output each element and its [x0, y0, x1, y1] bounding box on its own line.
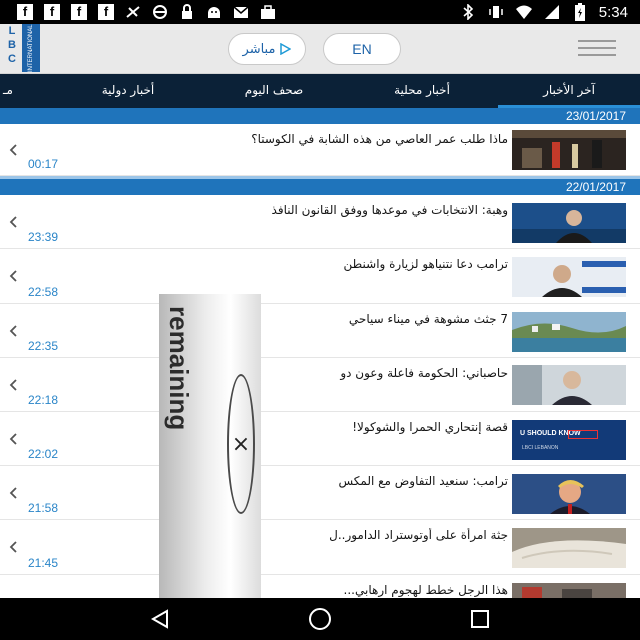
- news-item[interactable]: ماذا طلب عمر العاصي من هذه الشابة في الك…: [0, 124, 640, 176]
- news-headline: جثة امرأة على أوتوستراد الدامور..ل: [329, 528, 508, 542]
- news-headline: حاصباني: الحكومة فاعلة وعون دو: [340, 366, 508, 380]
- logo-subtitle: INTERNATIONAL: [22, 24, 40, 72]
- live-button[interactable]: مباشر: [228, 33, 306, 65]
- news-thumbnail: [512, 474, 626, 514]
- news-thumbnail: [512, 528, 626, 568]
- news-time: 22:02: [28, 447, 59, 461]
- news-thumbnail: [512, 365, 626, 405]
- news-item[interactable]: حاصباني: الحكومة فاعلة وعون دو 22:18: [0, 358, 640, 412]
- battery-icon: [571, 3, 589, 21]
- category-tabs: آخر الأخبار أخبار محلية صحف اليوم أخبار …: [0, 74, 640, 108]
- facebook-icon: f: [16, 4, 34, 20]
- logo-text: LBC: [8, 25, 16, 65]
- bluetooth-icon: [459, 4, 477, 20]
- news-headline: قصة إنتحاري الحمرا والشوكولا!: [352, 420, 508, 434]
- overlay-text: remaining: [164, 306, 194, 431]
- facebook-icon: f: [97, 4, 115, 20]
- system-nav-bar: [0, 598, 640, 640]
- app-header: LBC INTERNATIONAL مباشر EN: [0, 24, 640, 74]
- chevron-left-icon: [9, 324, 17, 337]
- thumbnail-frame: [568, 430, 598, 439]
- wifi-icon: [515, 4, 533, 20]
- news-thumbnail: [512, 312, 626, 352]
- news-time: 23:39: [28, 230, 59, 244]
- briefcase-icon: [259, 4, 277, 20]
- news-headline: وهبة: الانتخابات في موعدها ووفق القانون …: [271, 203, 508, 217]
- news-time: 21:45: [28, 556, 59, 570]
- news-item[interactable]: 7 جثث مشوهة في ميناء سياحي 22:35: [0, 304, 640, 358]
- news-item[interactable]: وهبة: الانتخابات في موعدها ووفق القانون …: [0, 195, 640, 249]
- facebook-icon: f: [70, 4, 88, 20]
- news-headline: ترامب دعا نتنياهو لزيارة واشنطن: [343, 257, 508, 271]
- back-icon[interactable]: [145, 604, 175, 634]
- tab-todays-papers[interactable]: صحف اليوم: [222, 74, 326, 108]
- chevron-left-icon: [9, 143, 17, 156]
- chevron-left-icon: [9, 486, 17, 499]
- live-label: مباشر: [242, 41, 276, 57]
- recents-icon[interactable]: [465, 604, 495, 634]
- hamburger-menu-icon[interactable]: [578, 40, 616, 58]
- news-headline: هذا الرجل خطط لهجوم ارهابي...: [343, 583, 508, 597]
- news-time: 22:58: [28, 285, 59, 299]
- news-time: 00:17: [28, 157, 59, 171]
- signal-icon: [543, 4, 561, 20]
- news-headline: ماذا طلب عمر العاصي من هذه الشابة في الك…: [251, 132, 508, 146]
- lbc-logo[interactable]: LBC INTERNATIONAL: [2, 24, 40, 72]
- vibrate-icon: [487, 4, 505, 20]
- news-thumbnail: [512, 257, 626, 297]
- language-button[interactable]: EN: [323, 33, 401, 65]
- tab-local-news[interactable]: أخبار محلية: [370, 74, 474, 108]
- mail-icon: [232, 4, 250, 20]
- status-bar: f f f f 5:34: [0, 0, 640, 24]
- news-time: 22:35: [28, 339, 59, 353]
- chevron-left-icon: [9, 215, 17, 228]
- no-data-icon: [124, 4, 142, 20]
- tab-international-news[interactable]: أخبار دولية: [76, 74, 180, 108]
- android-icon: [205, 4, 223, 20]
- play-icon: [280, 43, 292, 55]
- chevron-left-icon: [9, 378, 17, 391]
- home-icon[interactable]: [305, 604, 335, 634]
- news-item[interactable]: جثة امرأة على أوتوستراد الدامور..ل 21:45: [0, 520, 640, 575]
- news-thumbnail: U SHOULD KNOW LBCI LEBANON: [512, 420, 626, 460]
- news-item[interactable]: ترامب دعا نتنياهو لزيارة واشنطن 22:58: [0, 249, 640, 304]
- clock: 5:34: [598, 3, 628, 21]
- news-thumbnail: [512, 203, 626, 243]
- chevron-left-icon: [9, 270, 17, 282]
- vpn-icon: [151, 4, 169, 20]
- news-thumbnail: [512, 130, 626, 170]
- overlay-ad[interactable]: remaining ×: [159, 294, 261, 598]
- tab-latest-news[interactable]: آخر الأخبار: [498, 74, 640, 108]
- news-headline: 7 جثث مشوهة في ميناء سياحي: [348, 312, 508, 326]
- news-item[interactable]: U SHOULD KNOW LBCI LEBANON قصة إنتحاري ا…: [0, 412, 640, 466]
- chevron-left-icon: [9, 541, 17, 553]
- date-header: 23/01/2017: [0, 108, 640, 124]
- lock-icon: [178, 4, 196, 20]
- date-header: 22/01/2017: [0, 179, 640, 195]
- thumbnail-subcaption: LBCI LEBANON: [522, 445, 559, 451]
- news-headline: ترامب: سنعيد التفاوض مع المكس: [338, 474, 509, 488]
- chevron-left-icon: [9, 432, 17, 445]
- news-item[interactable]: ترامب: سنعيد التفاوض مع المكس 21:58: [0, 466, 640, 520]
- close-icon[interactable]: ×: [227, 374, 255, 514]
- news-time: 21:58: [28, 501, 59, 515]
- news-time: 22:18: [28, 393, 59, 407]
- app-screen: f f f f 5:34 L B C INTERNATIONAL مباشر E…: [0, 0, 640, 640]
- facebook-icon: f: [43, 4, 61, 20]
- tab-partial[interactable]: مـ: [0, 74, 16, 108]
